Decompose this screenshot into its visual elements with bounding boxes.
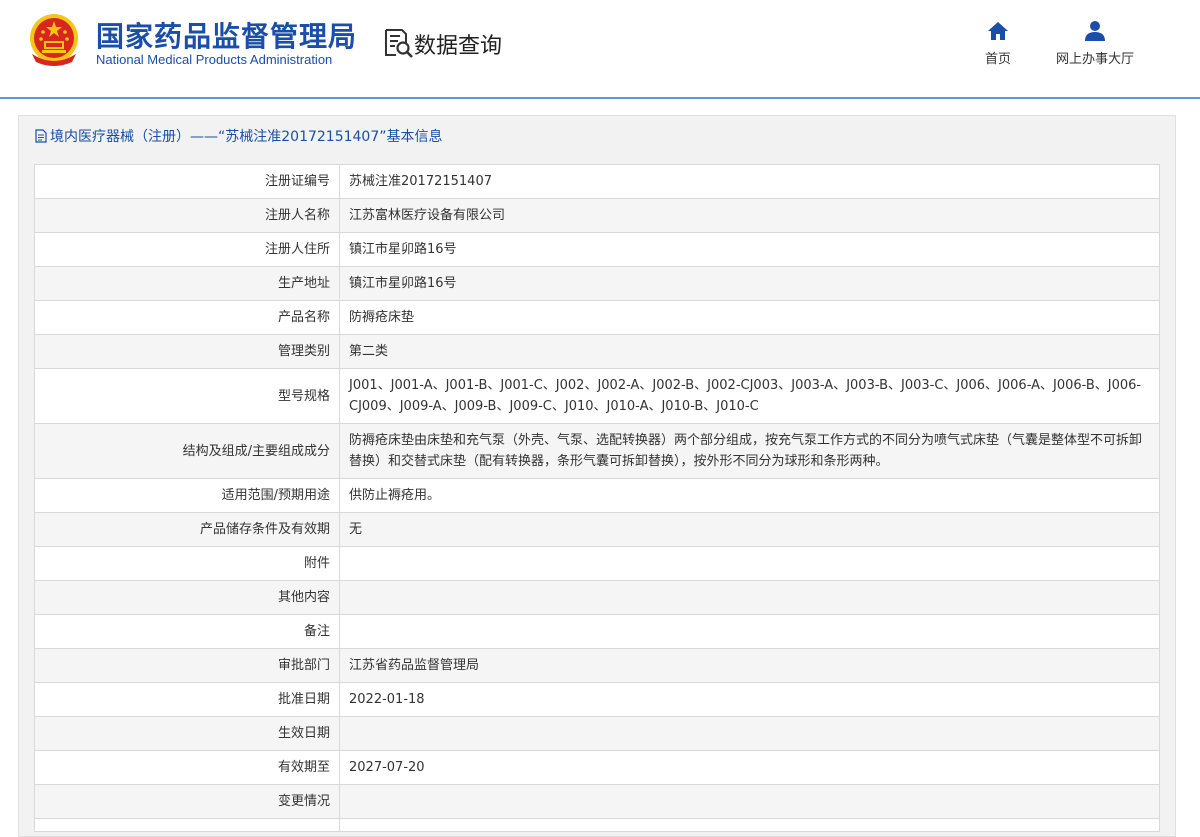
row-label: 备注 [34,614,340,649]
device-info-panel: 境内医疗器械（注册）——“苏械注准20172151407”基本信息 注册证编号苏… [18,115,1176,837]
row-value [339,716,1160,751]
row-value: 2027-07-20 [339,750,1160,785]
row-label: 注册人住所 [34,232,340,267]
panel-title: 境内医疗器械（注册）——“苏械注准20172151407”基本信息 [35,126,442,146]
row-label: 产品名称 [34,300,340,335]
site-brand-en[interactable]: National Medical Products Administration [96,52,332,67]
data-query-icon [385,29,413,58]
nav-hall-label: 网上办事大厅 [1055,52,1134,67]
row-label [34,818,340,832]
row-value [339,784,1160,819]
table-row: 生产地址 镇江市星卯路16号 [34,266,1160,301]
row-value: 苏械注准20172151407 [339,164,1160,199]
row-label: 适用范围/预期用途 [34,478,340,513]
table-row: 产品储存条件及有效期无 [34,512,1160,547]
table-row: 其他内容 [34,580,1160,615]
site-header: 国家药品监督管理局 National Medical Products Admi… [0,0,1200,97]
row-value: 无 [339,512,1160,547]
row-value: 2022-01-18 [339,682,1160,717]
nav-home[interactable]: 首页 [975,20,1021,67]
row-value [339,818,1160,832]
home-icon [988,22,1008,40]
row-label: 注册人名称 [34,198,340,233]
table-row: 附件 [34,546,1160,581]
user-icon [1085,21,1105,41]
row-value [339,614,1160,649]
table-row: 生效日期 [34,716,1160,751]
row-label: 其他内容 [34,580,340,615]
data-query-title: 数据查询 [414,34,503,59]
row-value: 供防止褥疮用。 [339,478,1160,513]
row-value: 镇江市星卯路16号 [339,232,1160,267]
row-value [339,546,1160,581]
row-label: 批准日期 [34,682,340,717]
row-label: 注册证编号 [34,164,340,199]
row-value: 防褥疮床垫由床垫和充气泵（外壳、气泵、选配转换器）两个部分组成，按充气泵工作方式… [339,423,1160,479]
row-label: 有效期至 [34,750,340,785]
row-value: 防褥疮床垫 [339,300,1160,335]
table-row: 备注 [34,614,1160,649]
row-value: 江苏省药品监督管理局 [339,648,1160,683]
table-row: 产品名称 防褥疮床垫 [34,300,1160,335]
table-row: 有效期至 2027-07-20 [34,750,1160,785]
site-brand-cn[interactable]: 国家药品监督管理局 [96,15,357,55]
table-row: 注册人住所 镇江市星卯路16号 [34,232,1160,267]
row-label: 管理类别 [34,334,340,369]
row-value: J001、J001-A、J001-B、J001-C、J002、J002-A、J0… [339,368,1160,424]
row-label: 生效日期 [34,716,340,751]
row-label: 型号规格 [34,368,340,424]
row-value: 第二类 [339,334,1160,369]
row-value [339,580,1160,615]
row-label: 产品储存条件及有效期 [34,512,340,547]
nav-home-label: 首页 [984,52,1011,67]
header-divider [0,97,1200,99]
row-label: 变更情况 [34,784,340,819]
row-value: 江苏富林医疗设备有限公司 [339,198,1160,233]
row-value: 镇江市星卯路16号 [339,266,1160,301]
table-row: 型号规格 J001、J001-A、J001-B、J001-C、J002、J002-… [34,368,1160,424]
table-row: 批准日期 2022-01-18 [34,682,1160,717]
nav-online-service-hall[interactable]: 网上办事大厅 [1048,20,1142,67]
table-row: 管理类别 第二类 [34,334,1160,369]
table-row: 注册人名称 江苏富林医疗设备有限公司 [34,198,1160,233]
table-row: 注册证编号 苏械注准20172151407 [34,164,1160,199]
table-row: 适用范围/预期用途 供防止褥疮用。 [34,478,1160,513]
document-icon [35,129,47,143]
row-label: 附件 [34,546,340,581]
panel-title-text: 境内医疗器械（注册）——“苏械注准20172151407”基本信息 [50,129,443,145]
table-row: 变更情况 [34,784,1160,819]
row-label: 审批部门 [34,648,340,683]
device-info-table: 注册证编号 苏械注准20172151407 注册人名称 江苏富林医疗设备有限公司 注… [34,164,1160,832]
row-label: 结构及组成/主要组成成分 [34,423,340,479]
table-row [34,818,1160,832]
national-emblem-icon [30,14,78,66]
row-label: 生产地址 [34,266,340,301]
table-row: 结构及组成/主要组成成分 防褥疮床垫由床垫和充气泵（外壳、气泵、选配转换器）两个部… [34,423,1160,479]
table-row: 审批部门 江苏省药品监督管理局 [34,648,1160,683]
